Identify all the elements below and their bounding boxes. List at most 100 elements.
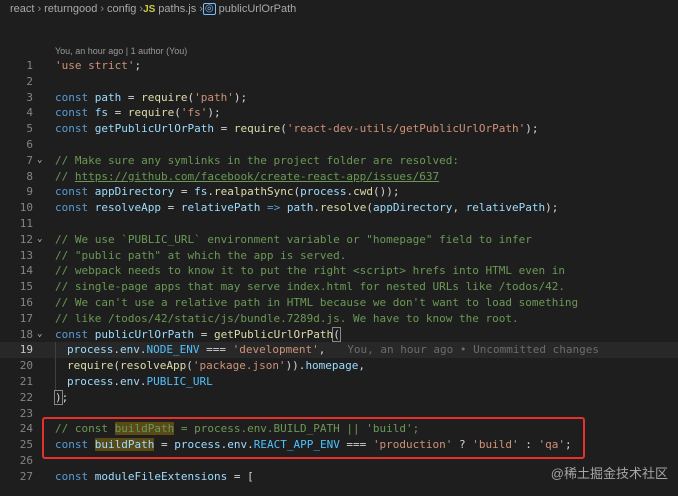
code-text: require(resolveApp('package.json')).home… bbox=[67, 358, 365, 374]
code-line[interactable]: 5 const getPublicUrlOrPath = require('rea… bbox=[0, 121, 678, 137]
code-token: appDirectory bbox=[94, 185, 175, 199]
code-token: 'use strict' bbox=[55, 59, 135, 72]
code-token: process bbox=[67, 343, 114, 357]
code-token: ( bbox=[174, 106, 181, 120]
line-number: 5 bbox=[26, 122, 33, 136]
code-token: ( bbox=[186, 359, 193, 373]
code-text: const fs = require('fs'); bbox=[55, 105, 221, 121]
code-token: ; bbox=[134, 59, 142, 72]
code-line[interactable]: 7 ⌄ // Make sure any symlinks in the proje… bbox=[0, 153, 678, 169]
code-token: require bbox=[233, 122, 281, 136]
code-line[interactable]: 15 // single-page apps that may serve ind… bbox=[0, 279, 678, 295]
code-token: . bbox=[313, 201, 320, 215]
code-token: const bbox=[55, 327, 95, 341]
code-token: . bbox=[207, 185, 214, 199]
line-number: 27 bbox=[19, 469, 33, 483]
code-token: = [ bbox=[227, 469, 254, 483]
code-token: const bbox=[55, 201, 95, 215]
code-text: // webpack needs to know it to put the r… bbox=[55, 263, 565, 279]
code-token: // "public path" at which the app is ser… bbox=[55, 248, 347, 262]
code-line[interactable]: 21 process.env.PUBLIC_URL bbox=[0, 373, 678, 390]
line-number: 14 bbox=[19, 264, 33, 278]
code-token: // webpack needs to know it to put the r… bbox=[55, 264, 565, 278]
code-token: // like /todos/42/static/js/bundle.7289d… bbox=[55, 311, 519, 325]
code-token: fs bbox=[94, 106, 108, 120]
fold-chevron-icon[interactable]: ⌄ bbox=[37, 153, 42, 169]
code-token: 'path' bbox=[194, 90, 234, 104]
code-line[interactable]: 20 require(resolveApp('package.json')).ho… bbox=[0, 358, 678, 374]
code-token: publicUrlOrPath bbox=[94, 327, 195, 341]
code-token: cwd bbox=[353, 185, 373, 199]
fold-chevron-icon[interactable]: ⌄ bbox=[37, 327, 42, 343]
code-token: = bbox=[160, 201, 181, 215]
code-text: // Make sure any symlinks in the project… bbox=[55, 153, 459, 169]
code-text: // like /todos/42/static/js/bundle.7289d… bbox=[55, 311, 519, 327]
code-line[interactable]: 10 const resolveApp = relativePath => pat… bbox=[0, 200, 678, 216]
line-number: 17 bbox=[19, 311, 33, 325]
code-line[interactable]: 3 const path = require('path'); bbox=[0, 90, 678, 106]
code-text: // https://github.com/facebook/create-re… bbox=[55, 169, 439, 185]
line-number: 9 bbox=[26, 185, 33, 199]
line-number: 7 bbox=[26, 153, 33, 167]
code-line[interactable]: 16 // We can't use a relative path in HTM… bbox=[0, 295, 678, 311]
code-token: fs bbox=[194, 185, 208, 199]
code-token: => bbox=[260, 201, 287, 215]
code-line[interactable]: 17 // like /todos/42/static/js/bundle.728… bbox=[0, 311, 678, 327]
code-token: 'package.json' bbox=[192, 359, 286, 373]
line-number: 10 bbox=[19, 201, 33, 215]
code-token: . bbox=[113, 374, 120, 388]
code-token: = bbox=[213, 122, 234, 136]
code-token: === bbox=[199, 343, 233, 357]
breadcrumb-item-config[interactable]: config bbox=[107, 3, 136, 15]
breadcrumb: react › returngood › config › JS paths.j… bbox=[0, 0, 678, 18]
code-line[interactable]: 18 ⌄ const publicUrlOrPath = getPublicUrlO… bbox=[0, 326, 678, 343]
code-token: const bbox=[55, 185, 95, 199]
chevron-right-icon: › bbox=[37, 3, 42, 15]
code-line[interactable]: 4 const fs = require('fs'); bbox=[0, 105, 678, 121]
line-number: 11 bbox=[19, 216, 33, 230]
code-line[interactable]: 19 process.env.NODE_ENV === 'development'… bbox=[0, 342, 678, 359]
code-line[interactable]: 2 bbox=[0, 74, 678, 90]
code-line[interactable]: 22); bbox=[0, 389, 678, 406]
code-token: resolveApp bbox=[94, 201, 161, 215]
indent-guide bbox=[55, 373, 56, 390]
fold-chevron-icon[interactable]: ⌄ bbox=[37, 232, 42, 248]
code-token: const bbox=[55, 469, 95, 483]
code-text: // "public path" at which the app is ser… bbox=[55, 248, 346, 264]
code-line[interactable]: 12 ⌄ // We use `PUBLIC_URL` environment va… bbox=[0, 232, 678, 248]
breadcrumb-item-symbol[interactable]: publicUrlOrPath bbox=[219, 3, 297, 15]
line-number: 6 bbox=[26, 137, 33, 151]
line-number: 3 bbox=[26, 90, 33, 104]
breadcrumb-item-react[interactable]: react bbox=[10, 3, 34, 15]
code-token: ( bbox=[332, 326, 341, 342]
codelens-author[interactable]: You, an hour ago | 1 author (You) bbox=[55, 46, 187, 56]
breadcrumb-item-returngood[interactable]: returngood bbox=[44, 3, 97, 15]
line-number: 25 bbox=[19, 438, 33, 452]
breadcrumb-item-file[interactable]: paths.js bbox=[158, 3, 196, 15]
line-number: 26 bbox=[19, 453, 33, 467]
code-token: getPublicUrlOrPath bbox=[94, 122, 214, 136]
code-text: ); bbox=[54, 389, 68, 406]
code-token: process bbox=[300, 185, 347, 199]
line-number: 13 bbox=[19, 248, 33, 262]
code-token: ()); bbox=[372, 185, 400, 199]
code-token: https://github.com/facebook/create-react… bbox=[74, 169, 440, 183]
code-token: = bbox=[108, 106, 128, 120]
code-line[interactable]: 13 // "public path" at which the app is s… bbox=[0, 248, 678, 264]
code-token: // single-page apps that may serve index… bbox=[55, 280, 565, 294]
code-line[interactable]: 9 const appDirectory = fs.realpathSync(pr… bbox=[0, 184, 678, 200]
code-token: ); bbox=[233, 90, 248, 104]
code-line[interactable]: 14 // webpack needs to know it to put the… bbox=[0, 263, 678, 279]
code-token: 'development' bbox=[232, 343, 319, 357]
line-number: 1 bbox=[26, 59, 33, 72]
code-token: const bbox=[55, 90, 95, 104]
code-line[interactable]: 1 'use strict'; bbox=[0, 58, 678, 74]
code-token: ); bbox=[207, 106, 221, 120]
code-token: homepage bbox=[305, 359, 359, 373]
code-token: process bbox=[67, 374, 114, 388]
watermark: @稀土掘金技术社区 bbox=[550, 466, 668, 481]
code-line[interactable]: 11 bbox=[0, 216, 678, 232]
code-line[interactable]: 6 bbox=[0, 137, 678, 153]
code-token: ( bbox=[113, 359, 120, 373]
code-line[interactable]: 8 // https://github.com/facebook/create-r… bbox=[0, 169, 678, 185]
